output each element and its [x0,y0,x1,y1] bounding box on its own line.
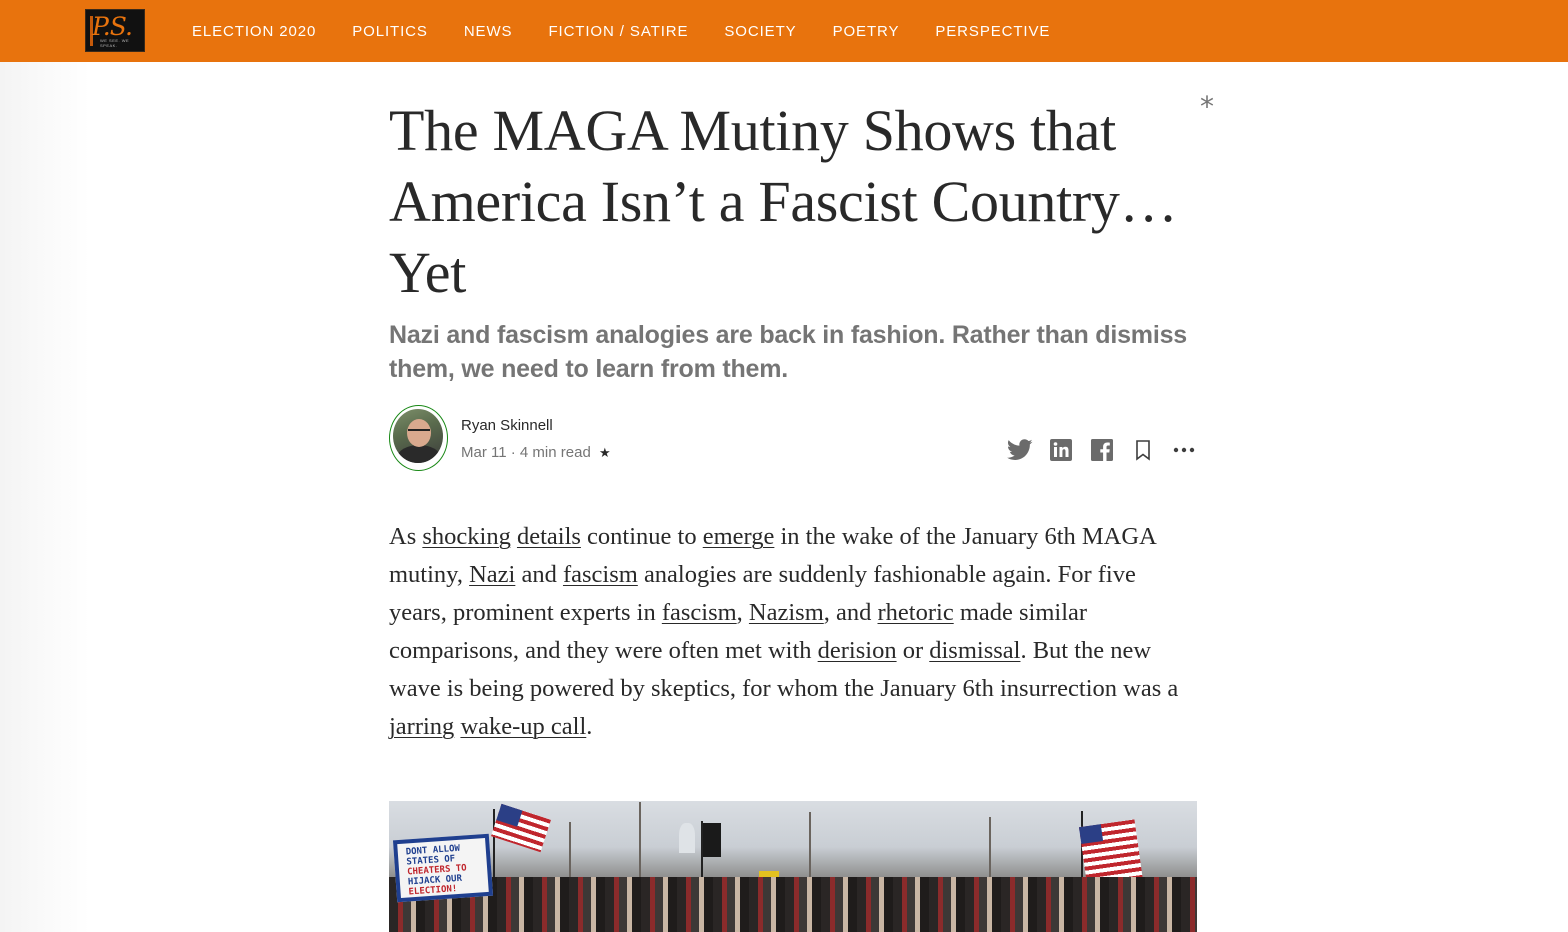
paragraph-text: , [736,599,749,626]
author-name[interactable]: Ryan Skinnell [461,417,553,434]
member-star-icon: ★ [598,445,611,460]
link-dismissal[interactable]: dismissal [929,637,1020,664]
title-asterisk: * [1200,90,1214,123]
link-nazism[interactable]: Nazism [749,599,824,626]
article-paragraph: As shocking details continue to emerge i… [389,518,1199,746]
more-icon[interactable] [1171,437,1197,463]
link-fascism-experts[interactable]: fascism [662,599,737,626]
facebook-icon[interactable] [1089,437,1115,463]
author-byline: Ryan Skinnell Mar 11 · 4 min read ★ [389,405,1197,475]
article-meta: Mar 11 · 4 min read ★ [461,444,611,461]
avatar[interactable] [389,405,448,471]
link-fascism[interactable]: fascism [563,561,638,588]
meta-separator: · [510,444,516,461]
avatar-shoulders [397,445,441,463]
nav-item-politics[interactable]: POLITICS [352,23,428,40]
nav-item-poetry[interactable]: POETRY [833,23,900,40]
publication-logo[interactable]: P.S. WE SEE. WE SPEAK. [85,9,145,52]
top-navigation-bar: P.S. WE SEE. WE SPEAK. ELECTION 2020 POL… [0,0,1568,62]
hero-image[interactable]: DONT ALLOW STATES OF CHEATERS TO HIJACK … [389,801,1197,932]
avatar-photo [393,409,443,463]
nav-item-society[interactable]: SOCIETY [724,23,796,40]
logo-tagline: WE SEE. WE SPEAK. [100,38,130,48]
american-flag [491,803,551,853]
link-wake-up-call[interactable]: wake-up call [460,713,586,740]
nav-item-news[interactable]: NEWS [464,23,513,40]
article-title: The MAGA Mutiny Shows that America Isn’t… [389,98,1178,305]
link-nazi[interactable]: Nazi [469,561,515,588]
bookmark-icon[interactable] [1130,437,1156,463]
link-details[interactable]: details [517,523,581,550]
paragraph-text: As [389,523,423,550]
crowd [389,877,1197,932]
avatar-glasses [408,429,430,434]
publish-date[interactable]: Mar 11 [461,444,507,461]
black-flag [703,823,721,857]
paragraph-text: continue to [580,523,703,550]
paragraph-text: . [586,713,593,740]
nav-item-fiction-satire[interactable]: FICTION / SATIRE [548,23,688,40]
section-nav: ELECTION 2020 POLITICS NEWS FICTION / SA… [192,0,1086,62]
capitol-dome [679,823,695,853]
link-shocking[interactable]: shocking [422,523,510,550]
logo-mark: P.S. [92,12,133,41]
paragraph-text: and [515,561,563,588]
paragraph-text: , and [823,599,878,626]
read-time: 4 min read [519,444,591,461]
article-subtitle: Nazi and fascism analogies are back in f… [389,321,1187,383]
link-emerge[interactable]: emerge [703,523,775,550]
protest-sign: DONT ALLOW STATES OF CHEATERS TO HIJACK … [392,833,494,903]
link-rhetoric[interactable]: rhetoric [878,599,954,626]
link-jarring[interactable]: jarring [389,713,454,740]
linkedin-icon[interactable] [1048,437,1074,463]
nav-item-perspective[interactable]: PERSPECTIVE [935,23,1050,40]
nav-item-election-2020[interactable]: ELECTION 2020 [192,23,316,40]
paragraph-text: or [896,637,930,664]
share-actions [992,437,1197,463]
twitter-icon[interactable] [1007,437,1033,463]
page-left-shade [0,62,90,932]
link-derision[interactable]: derision [818,637,897,664]
